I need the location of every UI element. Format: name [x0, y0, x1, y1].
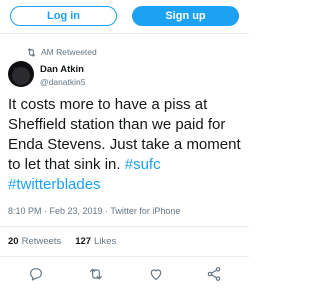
signup-button[interactable]: Sign up [132, 6, 239, 26]
likes-stat[interactable]: 127 Likes [75, 236, 116, 247]
stats-divider-bottom [0, 256, 249, 257]
author-handle[interactable]: @danatkin5 [40, 77, 86, 87]
likes-count: 127 [75, 236, 92, 247]
like-icon[interactable] [148, 266, 164, 282]
stats-divider-top [0, 226, 249, 227]
tweet-stats: 20 Retweets 127 Likes [8, 236, 130, 247]
hashtag-link[interactable]: #sufc [125, 156, 161, 173]
retweets-stat[interactable]: 20 Retweets [8, 236, 61, 247]
tweet-text: It costs more to have a piss at Sheffiel… [8, 95, 244, 195]
header-divider [0, 33, 249, 34]
share-icon[interactable] [206, 266, 222, 282]
auth-bar: Log in Sign up [0, 0, 249, 34]
retweet-context: AM Retweeted [26, 46, 97, 58]
retweets-label: Retweets [21, 236, 62, 247]
login-button[interactable]: Log in [10, 6, 117, 26]
retweet-context-text: AM Retweeted [41, 47, 97, 57]
hashtag-link[interactable]: #twitterblades [8, 176, 101, 193]
retweet-icon [26, 47, 37, 58]
retweets-count: 20 [8, 236, 19, 247]
reply-icon[interactable] [28, 266, 44, 282]
avatar[interactable] [8, 61, 34, 87]
author-name[interactable]: Dan Atkin [40, 64, 84, 75]
action-bar [0, 266, 249, 284]
avatar-image [12, 67, 30, 85]
retweet-icon[interactable] [88, 266, 104, 282]
likes-label: Likes [94, 236, 117, 247]
tweet-timestamp[interactable]: 8:10 PM · Feb 23, 2019 · Twitter for iPh… [8, 206, 180, 216]
